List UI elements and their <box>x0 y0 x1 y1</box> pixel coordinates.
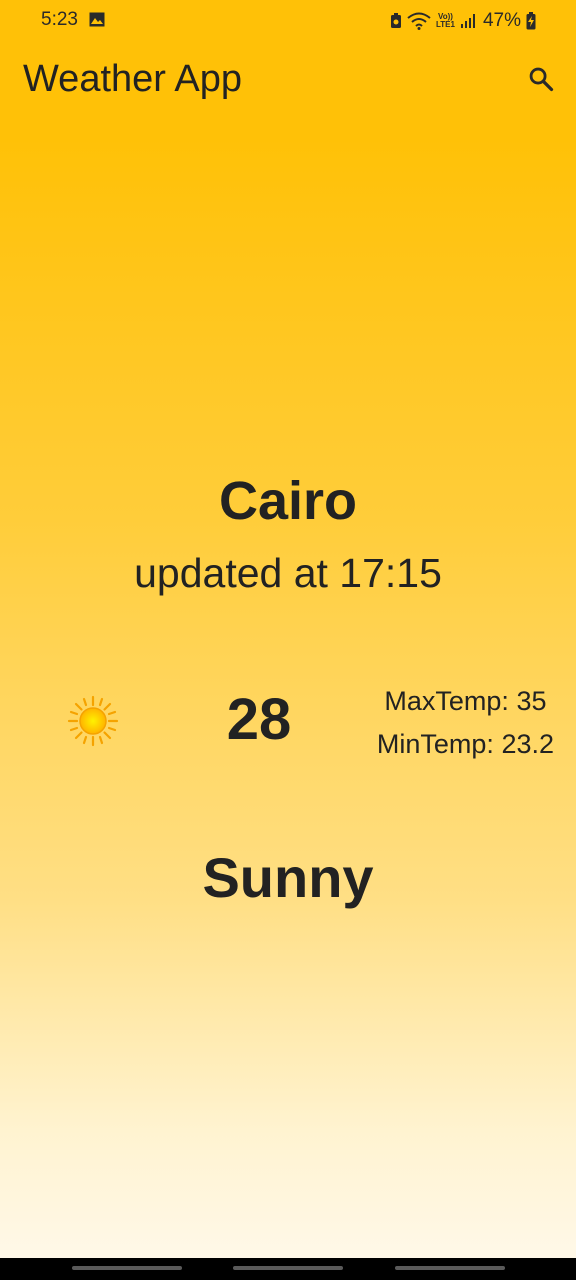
temp-range: MaxTemp: 35 MinTemp: 23.2 <box>377 680 554 766</box>
status-bar: 5:23 Vo)) LTE1 47% <box>0 0 576 42</box>
app-title: Weather App <box>23 58 243 100</box>
nav-home-button[interactable] <box>233 1266 343 1270</box>
battery-percentage: 47% <box>482 10 521 31</box>
weather-screen: 5:23 Vo)) LTE1 47% Weather App Cairo upd… <box>0 0 576 1258</box>
app-bar: Weather App <box>0 42 576 122</box>
nav-recents-button[interactable] <box>72 1266 182 1270</box>
city-name: Cairo <box>218 471 358 531</box>
wifi-icon <box>407 12 431 30</box>
search-button[interactable] <box>524 62 558 96</box>
updated-time: updated at 17:15 <box>134 550 442 596</box>
current-temperature: 28 <box>226 687 292 752</box>
sun-icon <box>67 695 119 747</box>
navigation-bar <box>0 1258 576 1280</box>
battery-charging-icon <box>526 12 536 30</box>
battery-saver-icon <box>391 13 401 28</box>
min-temperature: MinTemp: 23.2 <box>376 729 554 759</box>
signal-icon <box>460 14 475 28</box>
gallery-icon <box>89 12 105 27</box>
search-icon <box>529 67 554 92</box>
max-temperature: MaxTemp: 35 <box>384 686 547 716</box>
volte-bottom-label: LTE1 <box>436 20 455 29</box>
nav-back-button[interactable] <box>395 1266 505 1270</box>
status-icons: Vo)) LTE1 47% <box>390 9 536 33</box>
volte-indicator: Vo)) LTE1 <box>436 13 455 29</box>
status-time: 5:23 <box>41 9 78 30</box>
weather-condition: Sunny <box>202 846 374 909</box>
